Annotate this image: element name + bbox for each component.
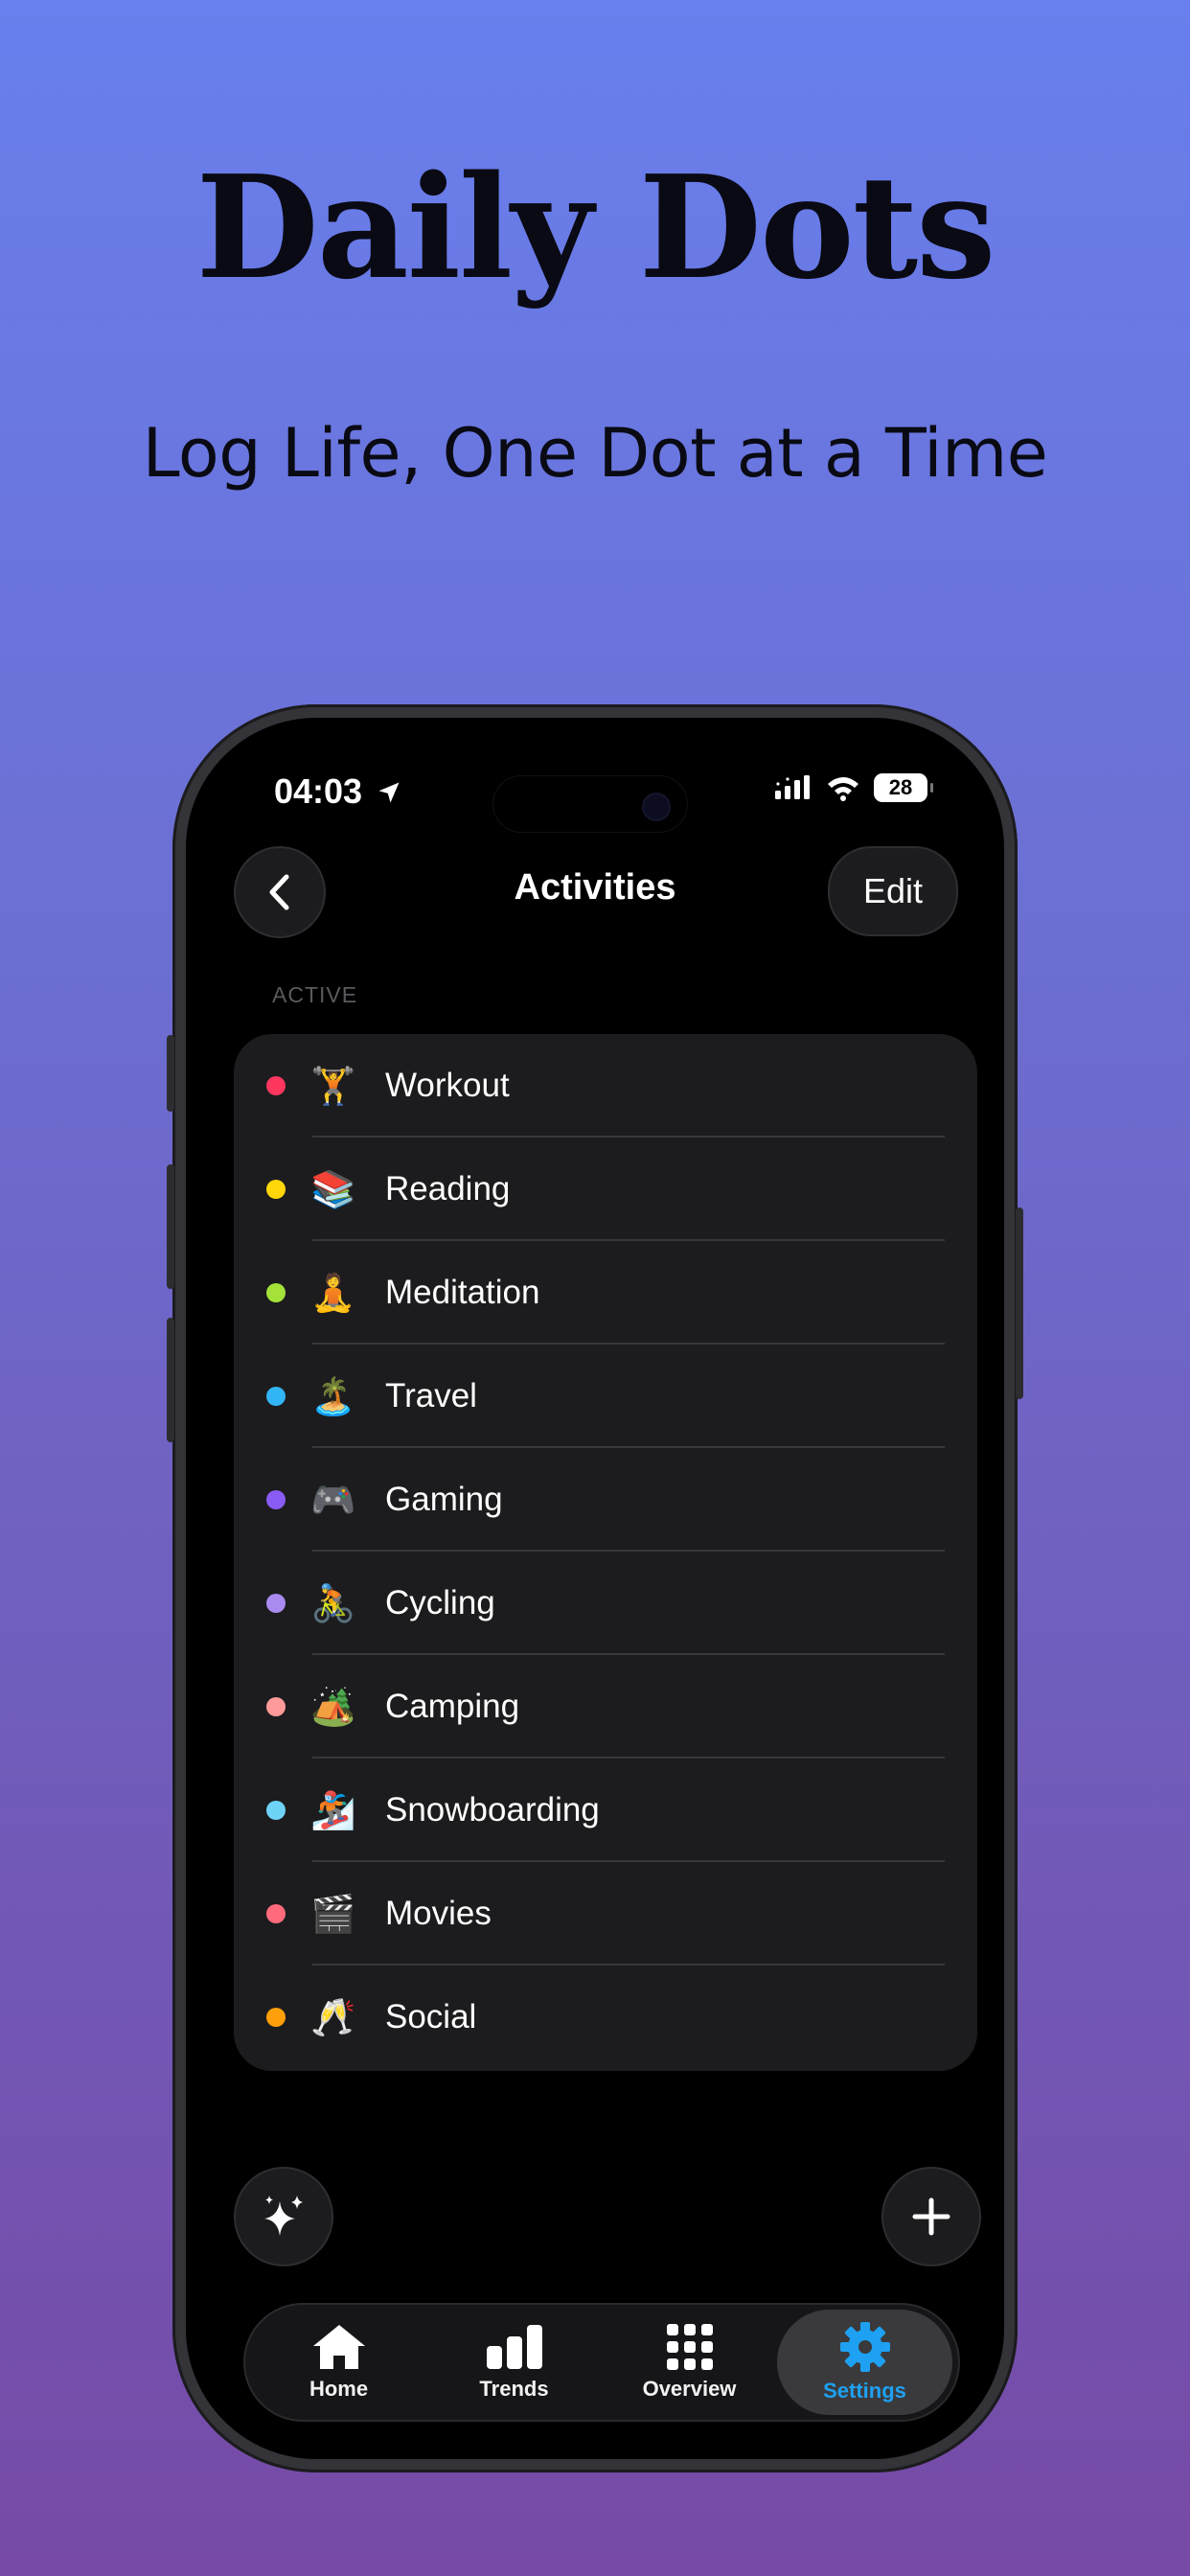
activity-emoji-icon: 🏋️ bbox=[310, 1064, 356, 1107]
activity-color-dot bbox=[266, 1180, 286, 1199]
battery-icon: 28 bbox=[874, 773, 933, 802]
activity-emoji-icon: 🏂 bbox=[310, 1788, 356, 1831]
activity-color-dot bbox=[266, 1801, 286, 1820]
activity-color-dot bbox=[266, 1490, 286, 1509]
volume-up-button bbox=[167, 1164, 174, 1289]
activity-row[interactable]: 🥂 Social bbox=[234, 1966, 977, 2069]
activity-row[interactable]: 🚴 Cycling bbox=[234, 1552, 977, 1655]
tab-label: Home bbox=[309, 2377, 369, 2401]
activity-emoji-icon: 🏕️ bbox=[310, 1685, 356, 1728]
activity-label: Camping bbox=[385, 1688, 520, 1725]
tab-trends[interactable]: Trends bbox=[426, 2310, 602, 2415]
activity-emoji-icon: 🎮 bbox=[310, 1478, 356, 1521]
activity-emoji-icon: 📚 bbox=[310, 1167, 356, 1210]
tab-home[interactable]: Home bbox=[251, 2310, 426, 2415]
activity-label: Gaming bbox=[385, 1481, 503, 1518]
activity-label: Snowboarding bbox=[385, 1791, 600, 1828]
activity-label: Cycling bbox=[385, 1584, 495, 1622]
tab-bar: Home Trends Overview Settings bbox=[243, 2303, 960, 2422]
edit-button[interactable]: Edit bbox=[828, 846, 958, 936]
front-camera bbox=[642, 793, 671, 821]
tab-label: Overview bbox=[642, 2377, 737, 2401]
activity-label: Movies bbox=[385, 1895, 492, 1932]
plus-icon bbox=[912, 2197, 950, 2236]
add-activity-button[interactable] bbox=[881, 2167, 981, 2266]
house-icon bbox=[312, 2325, 365, 2369]
activity-label: Meditation bbox=[385, 1274, 540, 1311]
suggest-button[interactable] bbox=[234, 2167, 333, 2266]
activity-list: 🏋️ Workout 📚 Reading 🧘 Meditation 🏝️ Tra… bbox=[234, 1034, 977, 2071]
activity-label: Workout bbox=[385, 1067, 510, 1104]
activity-emoji-icon: 🧘 bbox=[310, 1271, 356, 1314]
activity-emoji-icon: 🥂 bbox=[310, 1995, 356, 2038]
tab-overview[interactable]: Overview bbox=[602, 2310, 777, 2415]
app-headline: Daily Dots bbox=[195, 144, 996, 310]
tab-label: Trends bbox=[479, 2377, 549, 2401]
activity-color-dot bbox=[266, 1076, 286, 1095]
activity-color-dot bbox=[266, 1594, 286, 1613]
activity-row[interactable]: 🎬 Movies bbox=[234, 1862, 977, 1966]
activity-emoji-icon: 🏝️ bbox=[310, 1374, 356, 1417]
grid-icon bbox=[666, 2324, 713, 2370]
power-button bbox=[1016, 1208, 1023, 1399]
section-header-active: ACTIVE bbox=[272, 982, 358, 1007]
gear-icon bbox=[839, 2322, 890, 2372]
activity-label: Travel bbox=[385, 1377, 477, 1414]
status-time: 04:03 bbox=[274, 771, 402, 812]
activity-row[interactable]: 🧘 Meditation bbox=[234, 1241, 977, 1345]
volume-down-button bbox=[167, 1318, 174, 1442]
activity-row[interactable]: 🏝️ Travel bbox=[234, 1345, 977, 1448]
activity-label: Reading bbox=[385, 1170, 511, 1208]
activity-emoji-icon: 🎬 bbox=[310, 1892, 356, 1935]
activity-color-dot bbox=[266, 1904, 286, 1923]
activity-color-dot bbox=[266, 2008, 286, 2027]
activity-color-dot bbox=[266, 1697, 286, 1716]
activity-row[interactable]: 🏂 Snowboarding bbox=[234, 1759, 977, 1862]
signal-icon bbox=[775, 775, 810, 799]
sparkles-icon bbox=[264, 2196, 303, 2236]
phone-frame: 04:03 28 Activities Edit ACTIVE 🏋️ Worko… bbox=[167, 704, 1023, 2472]
status-icons: 28 bbox=[774, 773, 933, 802]
wifi-icon bbox=[828, 777, 858, 801]
tab-settings[interactable]: Settings bbox=[777, 2310, 952, 2415]
activity-emoji-icon: 🚴 bbox=[310, 1581, 356, 1624]
activity-row[interactable]: 🏕️ Camping bbox=[234, 1655, 977, 1759]
phone-screen: 04:03 28 Activities Edit ACTIVE 🏋️ Worko… bbox=[186, 718, 1004, 2459]
activity-label: Social bbox=[385, 1998, 477, 2036]
activity-row[interactable]: 🏋️ Workout bbox=[234, 1034, 977, 1138]
tab-label: Settings bbox=[823, 2379, 906, 2403]
bar-chart-icon bbox=[486, 2325, 542, 2369]
activity-row[interactable]: 🎮 Gaming bbox=[234, 1448, 977, 1552]
activity-row[interactable]: 📚 Reading bbox=[234, 1138, 977, 1241]
activity-color-dot bbox=[266, 1387, 286, 1406]
location-arrow-icon bbox=[378, 782, 400, 803]
activity-color-dot bbox=[266, 1283, 286, 1302]
app-tagline: Log Life, One Dot at a Time bbox=[142, 414, 1048, 493]
action-button bbox=[167, 1035, 174, 1112]
